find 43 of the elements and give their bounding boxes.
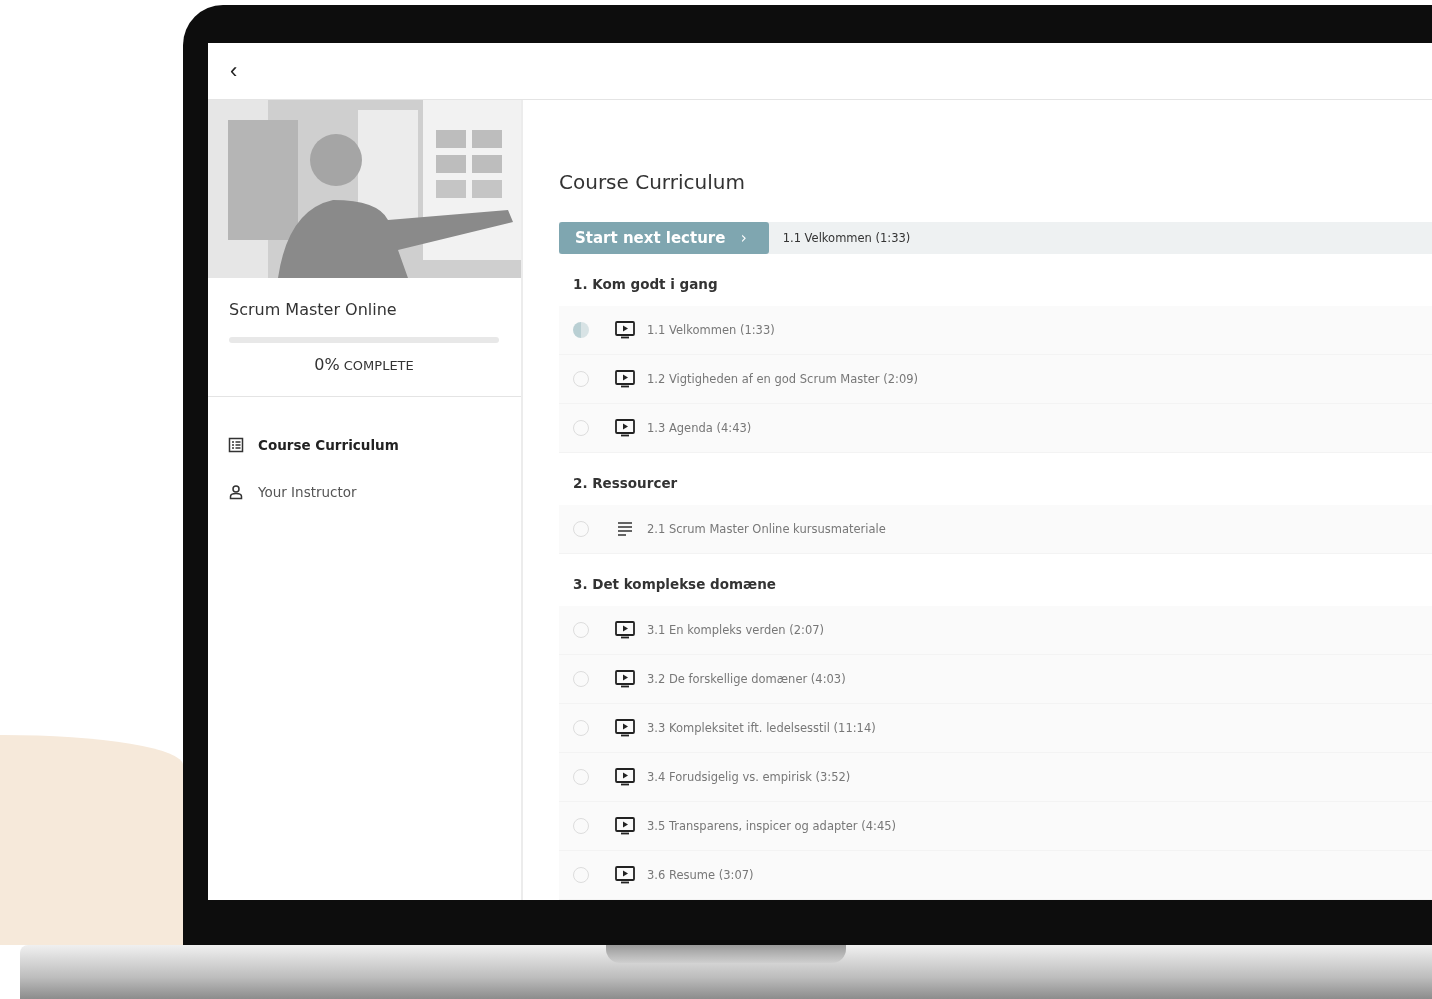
section-title: 1. Kom godt i gang <box>572 275 719 294</box>
lecture-title: 3.2 De forskellige domæner (4:03) <box>647 672 846 686</box>
section-title: 2. Ressourcer <box>572 474 679 493</box>
course-title: Scrum Master Online <box>229 300 398 319</box>
video-icon <box>615 419 635 437</box>
lecture-title: 3.1 En kompleks verden (2:07) <box>647 623 825 637</box>
lecture-row[interactable]: 3.2 De forskellige domæner (4:03) <box>559 655 1432 704</box>
lecture-title: 3.6 Resume (3:07) <box>647 868 754 882</box>
lecture-row[interactable]: 3.6 Resume (3:07) <box>559 851 1432 900</box>
video-icon <box>615 768 635 786</box>
lecture-row[interactable]: 2.1 Scrum Master Online kursusmateriale <box>559 505 1432 554</box>
page-title: Course Curriculum <box>559 170 746 194</box>
lecture-title: 1.2 Vigtigheden af en god Scrum Master (2:09) <box>647 372 919 386</box>
text-icon <box>615 520 635 538</box>
lecture-title: 1.1 Velkommen (1:33) <box>647 323 775 337</box>
start-next-lecture-button[interactable]: Start next lecture › <box>559 222 769 254</box>
lecture-row[interactable]: 3.5 Transparens, inspicer og adapter (4:45) <box>559 802 1432 851</box>
video-icon <box>615 670 635 688</box>
next-lecture-title: 1.1 Velkommen (1:33) <box>782 231 911 245</box>
video-icon <box>615 866 635 884</box>
lecture-title: 3.5 Transparens, inspicer og adapter (4:45) <box>647 819 897 833</box>
video-icon <box>615 321 635 339</box>
lecture-row[interactable]: 3.1 En kompleks verden (2:07) <box>559 606 1432 655</box>
person-icon <box>228 484 244 500</box>
lecture-row[interactable]: 1.3 Agenda (4:43) <box>559 404 1432 453</box>
lecture-title: 2.1 Scrum Master Online kursusmateriale <box>647 522 886 536</box>
lecture-row[interactable]: 1.2 Vigtigheden af en god Scrum Master (2:09) <box>559 355 1432 404</box>
lecture-row[interactable]: 3.3 Kompleksitet ift. ledelsesstil (11:14) <box>559 704 1432 753</box>
video-icon <box>615 719 635 737</box>
lecture-title: 1.3 Agenda (4:43) <box>647 421 752 435</box>
progress-label: 0% COMPLETE <box>313 355 415 374</box>
video-icon <box>615 370 635 388</box>
video-icon <box>615 621 635 639</box>
lecture-title: 3.3 Kompleksitet ift. ledelsesstil (11:14) <box>647 721 876 735</box>
list-icon <box>228 437 244 453</box>
lecture-row[interactable]: 3.4 Forudsigelig vs. empirisk (3:52) <box>559 753 1432 802</box>
sidebar-item[interactable]: Your Instructor <box>208 472 521 512</box>
back-button[interactable]: ‹ <box>224 58 244 84</box>
lecture-row[interactable]: 1.1 Velkommen (1:33) <box>559 306 1432 355</box>
video-icon <box>615 817 635 835</box>
sidebar-item[interactable]: Course Curriculum <box>208 425 521 465</box>
section-title: 3. Det komplekse domæne <box>572 575 777 594</box>
lecture-title: 3.4 Forudsigelig vs. empirisk (3:52) <box>647 770 851 784</box>
